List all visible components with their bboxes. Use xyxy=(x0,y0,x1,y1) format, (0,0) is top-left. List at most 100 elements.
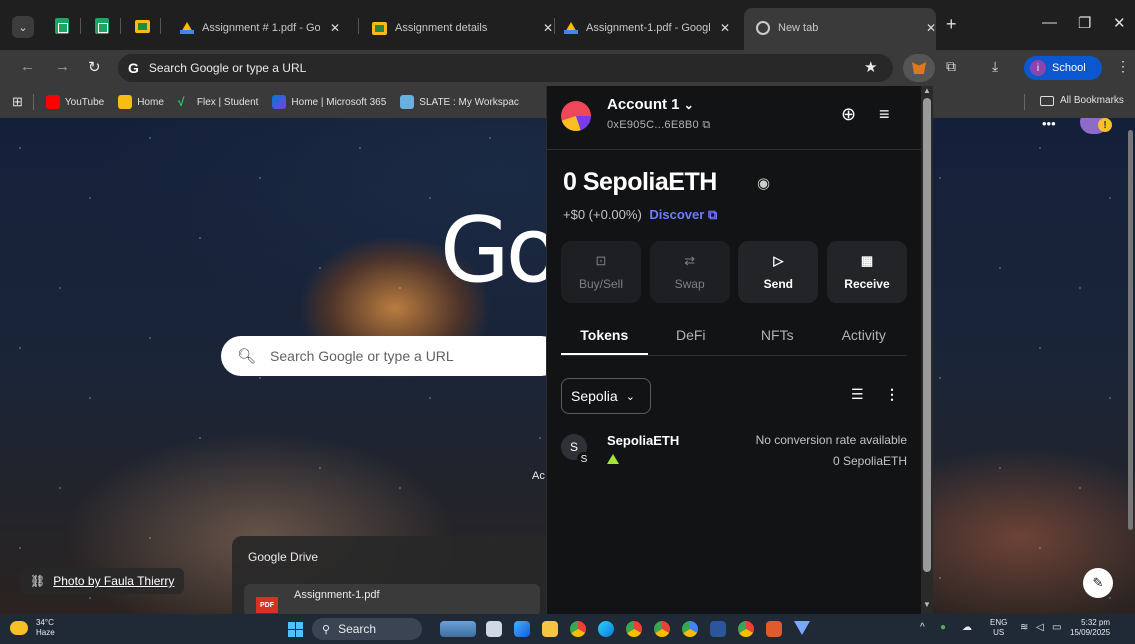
close-icon[interactable]: ✕ xyxy=(926,21,936,35)
copy-icon[interactable]: ⧉ xyxy=(702,119,710,131)
weather-widget[interactable]: 34°C Haze xyxy=(10,618,55,638)
chrome-profile-3-icon[interactable] xyxy=(682,621,698,637)
tab-assignment-1-pdf-2[interactable]: Assignment-1.pdf - Google ✕ xyxy=(564,13,730,43)
send-button[interactable]: ▷ Send xyxy=(738,241,819,303)
tab-new-tab[interactable]: New tab ✕ xyxy=(744,8,936,50)
tab-nfts[interactable]: NFTs xyxy=(734,318,821,355)
minimize-button[interactable]: — xyxy=(1042,14,1057,31)
account-selector[interactable]: Account 1 ⌄ xyxy=(607,96,694,113)
extensions-icon[interactable]: ⧉ xyxy=(946,58,956,75)
popup-scrollbar[interactable]: ▲ ▼ xyxy=(921,86,933,614)
edge-icon[interactable] xyxy=(598,621,614,637)
tab-assignment-details[interactable]: Assignment details ✕ xyxy=(372,13,553,43)
search-placeholder: Search Google or type a URL xyxy=(270,348,454,364)
close-icon[interactable]: ✕ xyxy=(543,21,553,35)
word-icon[interactable] xyxy=(710,621,726,637)
file-explorer-icon[interactable] xyxy=(542,621,558,637)
pinned-tab-sheets-2[interactable] xyxy=(92,16,112,36)
pinned-tab-sheets[interactable] xyxy=(52,16,72,36)
eye-icon[interactable]: ◉ xyxy=(757,174,770,192)
classroom-icon xyxy=(372,21,387,35)
task-view-icon[interactable] xyxy=(486,621,502,637)
bookmark-youtube[interactable]: YouTube xyxy=(45,95,105,109)
pdf-icon: PDF xyxy=(256,597,278,613)
buy-sell-button[interactable]: ⊡ Buy/Sell xyxy=(561,241,641,303)
taskbar: 34°C Haze ⚲ Search ^ ● ☁ ENG US ≋ ◁ ▭ 5:32… xyxy=(0,614,1135,644)
more-options-icon[interactable]: ⋮ xyxy=(885,386,899,403)
scrollbar-thumb[interactable] xyxy=(923,98,931,572)
clock[interactable]: 5:32 pm 15/09/2025 xyxy=(1070,618,1110,638)
scroll-down-icon[interactable]: ▼ xyxy=(923,600,931,609)
bookmark-home[interactable]: Home xyxy=(118,95,164,109)
vpn-app-icon[interactable] xyxy=(794,621,810,635)
back-button[interactable]: ← xyxy=(20,58,35,75)
onedrive-icon[interactable]: ☁ xyxy=(962,622,972,633)
restore-button[interactable]: ❐ xyxy=(1078,14,1091,32)
chrome-profile-4-icon[interactable] xyxy=(738,621,754,637)
apps-menu-icon[interactable]: ••• xyxy=(1042,118,1056,131)
customize-button[interactable]: ✎ xyxy=(1083,568,1113,598)
reload-button[interactable]: ↻ xyxy=(88,58,101,76)
scroll-up-icon[interactable]: ▲ xyxy=(923,86,931,95)
network-badge: S xyxy=(577,452,591,466)
network-label: Sepolia xyxy=(571,388,618,404)
profile-label: School xyxy=(1052,62,1086,74)
address-text: 0xE905C...6E8B0 xyxy=(607,119,699,131)
language-indicator[interactable]: ENG US xyxy=(990,618,1007,638)
wifi-icon[interactable]: ≋ xyxy=(1020,622,1028,633)
forward-button[interactable]: → xyxy=(55,58,70,75)
copilot-icon[interactable] xyxy=(514,621,530,637)
chrome-profile-icon[interactable] xyxy=(626,621,642,637)
tab-title: New tab xyxy=(778,22,819,34)
chrome-menu-icon[interactable]: ⋮ xyxy=(1116,58,1130,75)
close-icon[interactable]: ✕ xyxy=(330,21,340,35)
taskbar-search[interactable]: ⚲ Search xyxy=(312,618,422,640)
bookmark-slate[interactable]: SLATE : My Workspac xyxy=(400,95,519,109)
tab-search-button[interactable]: ⌄ xyxy=(12,16,34,38)
bookmark-flex[interactable]: √ Flex | Student xyxy=(178,95,259,109)
bookmark-m365[interactable]: Home | Microsoft 365 xyxy=(272,95,386,109)
swap-button[interactable]: ⇄ Swap xyxy=(649,241,730,303)
battery-icon[interactable]: ▭ xyxy=(1052,622,1061,633)
bookmark-label: YouTube xyxy=(64,96,105,108)
tray-app-icon[interactable]: ● xyxy=(940,622,946,633)
tray-chevron-icon[interactable]: ^ xyxy=(920,622,925,633)
chrome-icon[interactable] xyxy=(570,621,586,637)
metamask-extension-button[interactable] xyxy=(903,54,935,82)
chrome-profile-2-icon[interactable] xyxy=(654,621,670,637)
receive-button[interactable]: ▦ Receive xyxy=(826,241,907,303)
close-window-button[interactable]: ✕ xyxy=(1113,14,1126,32)
tab-assignment-1-pdf[interactable]: Assignment # 1.pdf - Googl ✕ xyxy=(180,13,340,43)
close-icon[interactable]: ✕ xyxy=(720,21,730,35)
profile-button[interactable]: i School xyxy=(1024,56,1102,80)
tab-activity[interactable]: Activity xyxy=(821,318,908,355)
token-row[interactable]: S S SepoliaETH No conversion rate availa… xyxy=(561,430,907,476)
google-drive-card[interactable]: Google Drive PDF Assignment-1.pdf xyxy=(232,536,552,614)
discover-link[interactable]: Discover ⧉ xyxy=(649,207,717,222)
drive-file-item[interactable]: PDF Assignment-1.pdf xyxy=(244,584,540,614)
tab-tokens[interactable]: Tokens xyxy=(561,318,648,355)
sort-filter-icon[interactable]: ☰ xyxy=(851,386,864,403)
account-address[interactable]: 0xE905C...6E8B0 ⧉ xyxy=(607,119,710,132)
taskbar-widget-icon[interactable] xyxy=(440,621,476,637)
globe-icon[interactable]: ⊕ xyxy=(841,104,856,125)
all-bookmarks-button[interactable]: All Bookmarks xyxy=(1040,95,1124,106)
token-conversion: No conversion rate available xyxy=(755,433,907,447)
apps-icon[interactable]: ⊞ xyxy=(12,94,23,110)
volume-icon[interactable]: ◁ xyxy=(1036,622,1044,633)
photo-credit-link[interactable]: ⛓ Photo by Faula Thierry xyxy=(20,568,185,594)
tab-defi[interactable]: DeFi xyxy=(648,318,735,355)
pinned-tab-classroom[interactable] xyxy=(132,16,152,36)
page-scrollbar[interactable] xyxy=(1128,130,1133,530)
download-icon[interactable]: ⤓ xyxy=(992,58,998,75)
network-filter-select[interactable]: Sepolia ⌄ xyxy=(561,378,651,414)
bookmark-star-icon[interactable]: ★ xyxy=(864,58,877,76)
hamburger-menu-icon[interactable]: ≡ xyxy=(879,104,890,125)
bookmark-label: Home xyxy=(137,96,164,108)
ntp-search-input[interactable]: 🔍︎ Search Google or type a URL xyxy=(221,336,561,376)
windows-start-icon[interactable] xyxy=(288,622,303,637)
office-icon[interactable] xyxy=(766,621,782,637)
omnibox[interactable]: G Search Google or type a URL xyxy=(118,54,893,82)
new-tab-button[interactable]: + xyxy=(946,14,957,35)
flex-icon: √ xyxy=(177,95,185,109)
